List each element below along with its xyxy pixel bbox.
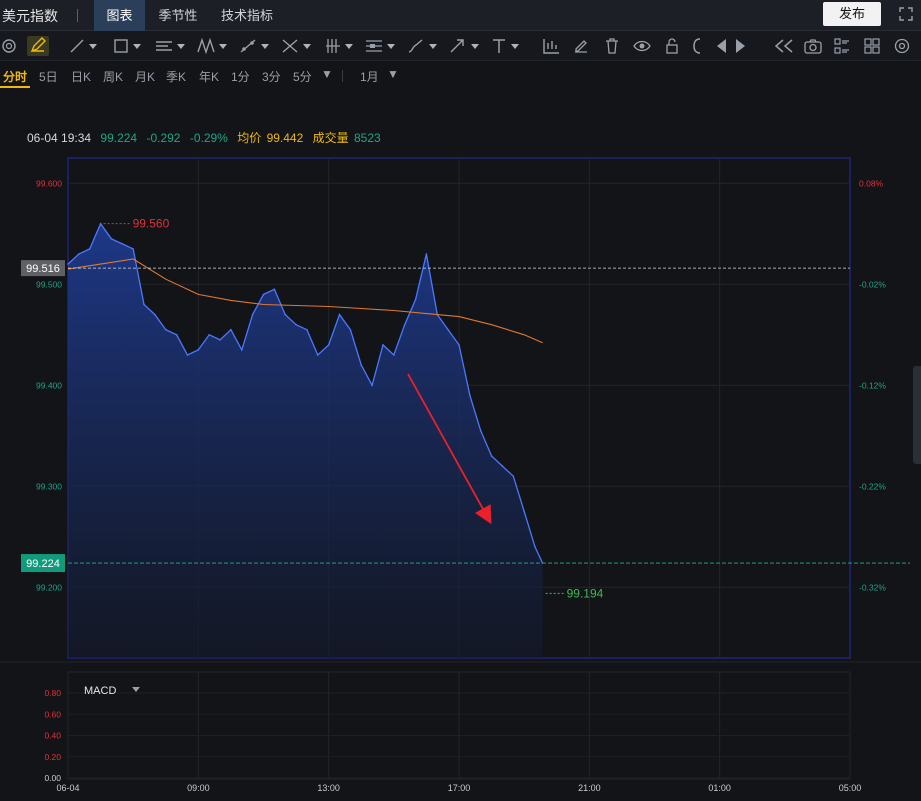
x-tick-label: 06-04 — [56, 783, 79, 793]
pct-tick-label: -0.12% — [859, 380, 886, 390]
price-point — [164, 328, 167, 331]
price-point — [284, 313, 287, 316]
price-point — [110, 238, 113, 240]
price-point — [479, 429, 482, 432]
price-point — [306, 328, 308, 331]
price-point — [251, 313, 254, 316]
y-tick-label: 99.300 — [36, 481, 62, 491]
y-tick-label: 99.400 — [36, 380, 62, 390]
price-point — [78, 253, 80, 255]
price-point — [327, 344, 330, 346]
side-panel-handle[interactable] — [913, 366, 921, 464]
x-tick-label: 17:00 — [448, 783, 471, 793]
price-point — [414, 298, 417, 301]
price-point — [219, 339, 221, 341]
price-point — [425, 253, 428, 255]
price-point — [317, 354, 319, 356]
intraday-chart[interactable]: 06-04 09:00 13:00 17:00 21:00 01:00 05:00 99.60… — [0, 0, 921, 801]
pct-tick-label: -0.32% — [859, 582, 886, 592]
current-price-label: 99.224 — [26, 558, 60, 570]
price-point — [295, 323, 297, 326]
price-point — [447, 328, 449, 331]
price-point — [523, 510, 525, 513]
price-point — [262, 293, 265, 296]
macd-y-tick-label: 0.80 — [44, 688, 61, 698]
price-point — [534, 546, 536, 548]
price-point — [512, 475, 515, 477]
price-point — [230, 328, 232, 331]
macd-y-tick-label: 0.60 — [44, 709, 61, 719]
price-point — [501, 465, 504, 467]
reference-price-label: 99.516 — [26, 263, 60, 275]
y-tick-label: 99.200 — [36, 582, 62, 592]
price-point — [403, 323, 406, 326]
price-point — [382, 344, 384, 346]
x-tick-label: 01:00 — [708, 783, 731, 793]
price-point — [99, 222, 102, 225]
price-point — [67, 263, 69, 265]
price-point — [88, 248, 91, 250]
macd-dropdown-icon — [132, 687, 140, 692]
pct-tick-label: -0.02% — [859, 279, 886, 289]
price-point — [240, 349, 243, 351]
price-point — [208, 333, 210, 336]
x-tick-label: 09:00 — [187, 783, 210, 793]
price-point — [154, 313, 156, 316]
price-point — [490, 455, 493, 457]
y-tick-label: 99.600 — [36, 178, 62, 188]
price-point — [349, 328, 352, 331]
macd-y-tick-label: 0.20 — [44, 752, 61, 762]
price-point — [393, 354, 395, 356]
x-tick-label: 05:00 — [839, 783, 862, 793]
price-point — [175, 333, 178, 336]
pct-tick-label: -0.22% — [859, 481, 886, 491]
price-point — [338, 313, 341, 316]
price-area — [68, 223, 543, 658]
high-price-label: 99.560 — [133, 217, 170, 231]
y-tick-label: 99.500 — [36, 279, 62, 289]
x-tick-label: 13:00 — [317, 783, 340, 793]
price-point — [186, 354, 189, 356]
macd-label: MACD — [84, 685, 116, 697]
price-point — [143, 303, 145, 306]
price-point — [360, 364, 363, 366]
price-point — [197, 349, 200, 351]
macd-y-tick-label: 0.00 — [44, 773, 61, 783]
x-tick-label: 21:00 — [578, 783, 601, 793]
macd-y-tick-label: 0.40 — [44, 731, 61, 741]
price-point — [132, 248, 134, 250]
price-point — [458, 344, 460, 346]
price-point — [469, 394, 471, 397]
pct-tick-label: 0.08% — [859, 178, 884, 188]
price-point — [273, 288, 276, 291]
price-point — [371, 384, 373, 387]
low-price-label: 99.194 — [567, 586, 604, 600]
price-point — [121, 243, 124, 245]
